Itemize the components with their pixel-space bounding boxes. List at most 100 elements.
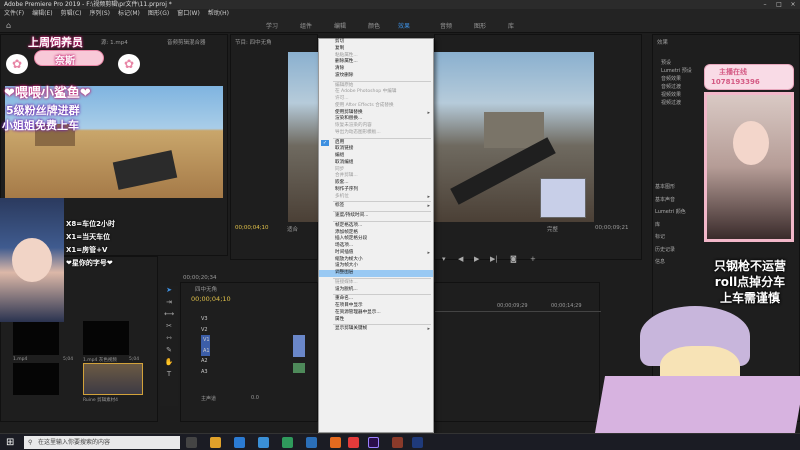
context-menu-item[interactable]: 在资源管理器中显示...: [319, 310, 433, 317]
context-menu-item[interactable]: 渲染和替换...: [319, 116, 433, 123]
project-thumb-2[interactable]: [83, 321, 129, 355]
effects-item-audio-effects[interactable]: 音频效果: [661, 75, 692, 83]
audio-mixer-tab[interactable]: 音频剪辑混合器: [167, 38, 206, 46]
type-tool-icon[interactable]: T: [160, 370, 178, 382]
app-icon-6[interactable]: [392, 437, 403, 448]
pen-tool-icon[interactable]: ✎: [160, 346, 178, 358]
section-essential-sound[interactable]: 基本声音: [655, 194, 686, 207]
app-icon-4[interactable]: [330, 437, 341, 448]
context-menu-item[interactable]: 在项目中显示: [319, 303, 433, 310]
menu-clip[interactable]: 剪辑(C): [61, 9, 82, 18]
workspace-tab-libraries[interactable]: 库: [508, 21, 514, 30]
track-v3[interactable]: V3: [201, 314, 210, 325]
workspace-tab-assembly[interactable]: 组件: [300, 21, 312, 30]
workspace-tab-graphics[interactable]: 图形: [474, 21, 486, 30]
menu-edit[interactable]: 编辑(E): [32, 9, 52, 18]
menu-file[interactable]: 文件(F): [4, 9, 24, 18]
edge-browser-icon[interactable]: [234, 437, 245, 448]
context-menu-item[interactable]: 删除属性...: [319, 59, 433, 66]
context-menu-item[interactable]: 时间插值 ▸: [319, 250, 433, 257]
export-frame-icon[interactable]: ◙: [510, 255, 517, 263]
video-clip[interactable]: [293, 335, 305, 357]
context-menu-item[interactable]: 属性: [319, 317, 433, 324]
context-menu-item[interactable]: 取消编组: [319, 160, 433, 167]
context-menu-item[interactable]: 显示剪辑关键帧 ▸: [319, 326, 433, 333]
context-menu-item[interactable]: 调整图层: [319, 270, 433, 277]
master-track-value[interactable]: 0.0: [251, 395, 259, 401]
context-menu-item[interactable]: 设为帧大小: [319, 263, 433, 270]
context-menu-item[interactable]: 场选项...: [319, 243, 433, 250]
quality-dropdown[interactable]: 完整: [547, 225, 558, 233]
hand-tool-icon[interactable]: ✋: [160, 358, 178, 370]
effects-tab[interactable]: 效果: [657, 38, 668, 46]
context-menu-item[interactable]: 清除: [319, 66, 433, 73]
windows-start-icon[interactable]: ⊞: [6, 437, 17, 448]
selection-tool-icon[interactable]: ➤: [160, 286, 178, 298]
workspace-tab-effects[interactable]: 效果: [398, 21, 410, 30]
maximize-button[interactable]: □: [772, 0, 786, 9]
context-menu-item[interactable]: 帧定格选项...: [319, 223, 433, 230]
timeline-tab[interactable]: 四中无角: [195, 285, 217, 293]
effects-item-lumetri-presets[interactable]: Lumetri 预设: [661, 67, 692, 75]
menu-window[interactable]: 窗口(W): [177, 9, 200, 18]
menu-help[interactable]: 帮助(H): [208, 9, 229, 18]
track-a1[interactable]: A1: [201, 345, 210, 356]
fit-dropdown[interactable]: 适合: [287, 225, 298, 233]
section-essential-graphics[interactable]: 基本图形: [655, 181, 686, 194]
track-a3[interactable]: A3: [201, 367, 210, 378]
context-menu-item[interactable]: 复制: [319, 46, 433, 53]
workspace-tab-learn[interactable]: 学习: [266, 21, 278, 30]
section-info[interactable]: 信息: [655, 256, 686, 269]
project-thumb-3[interactable]: [13, 363, 59, 395]
app-icon-1[interactable]: [258, 437, 269, 448]
section-markers[interactable]: 标记: [655, 231, 686, 244]
premiere-pro-icon[interactable]: [368, 437, 379, 448]
context-menu-item[interactable]: 重命名...: [319, 296, 433, 303]
effects-item-presets[interactable]: 预设: [661, 59, 692, 67]
context-menu-item[interactable]: 编组: [319, 153, 433, 160]
menu-sequence[interactable]: 序列(S): [90, 9, 111, 18]
app-icon-3[interactable]: [306, 437, 317, 448]
slip-tool-icon[interactable]: ⇿: [160, 334, 178, 346]
app-icon-2[interactable]: [282, 437, 293, 448]
file-explorer-icon[interactable]: [210, 437, 221, 448]
section-libraries[interactable]: 库: [655, 219, 686, 232]
context-menu-item[interactable]: 插入帧定格分段: [319, 236, 433, 243]
context-menu-item[interactable]: 嵌套...: [319, 180, 433, 187]
menu-graphics[interactable]: 图形(G): [148, 9, 169, 18]
play-icon[interactable]: ▶: [474, 255, 479, 263]
marker-button[interactable]: ▾: [442, 255, 446, 263]
step-back-icon[interactable]: ◀: [458, 255, 463, 263]
audio-clip[interactable]: [293, 363, 305, 373]
effects-item-audio-transitions[interactable]: 音频过渡: [661, 83, 692, 91]
context-menu-item[interactable]: 标签 ▸: [319, 203, 433, 210]
track-v1[interactable]: V1: [201, 335, 210, 346]
home-icon[interactable]: ⌂: [6, 21, 16, 30]
minimize-button[interactable]: –: [758, 0, 772, 9]
program-timecode[interactable]: 00;00;04;10: [235, 225, 269, 231]
section-history[interactable]: 历史记录: [655, 244, 686, 257]
effects-item-video-transitions[interactable]: 视频过渡: [661, 99, 692, 107]
track-v2[interactable]: V2: [201, 325, 210, 336]
workspace-tab-color[interactable]: 颜色: [368, 21, 380, 30]
menu-marker[interactable]: 标记(M): [118, 9, 140, 18]
workspace-tab-audio[interactable]: 音频: [440, 21, 452, 30]
timeline-timecode[interactable]: 00;00;04;10: [191, 295, 231, 303]
app-icon-7[interactable]: [412, 437, 423, 448]
settings-icon[interactable]: +: [530, 255, 536, 263]
razor-tool-icon[interactable]: ✂: [160, 322, 178, 334]
project-thumb-4[interactable]: [83, 363, 143, 395]
section-lumetri-color[interactable]: Lumetri 颜色: [655, 206, 686, 219]
context-menu-item[interactable]: 波纹删除: [319, 73, 433, 80]
context-menu-item[interactable]: 速度/持续时间...: [319, 213, 433, 220]
source-tab[interactable]: 源: 1.mp4: [101, 38, 128, 46]
context-menu-item[interactable]: 设为脱机...: [319, 287, 433, 294]
effects-item-video-effects[interactable]: 视频效果: [661, 91, 692, 99]
context-menu-item[interactable]: 剪切: [319, 39, 433, 46]
taskbar-search-input[interactable]: ⚲ 在这里输入你要搜索的内容: [24, 436, 180, 449]
context-menu-item[interactable]: 取消链接: [319, 146, 433, 153]
track-select-icon[interactable]: ⇥: [160, 298, 178, 310]
context-menu-item[interactable]: 制作子序列: [319, 187, 433, 194]
workspace-tab-editing[interactable]: 编辑: [334, 21, 346, 30]
task-view-icon[interactable]: [186, 437, 197, 448]
